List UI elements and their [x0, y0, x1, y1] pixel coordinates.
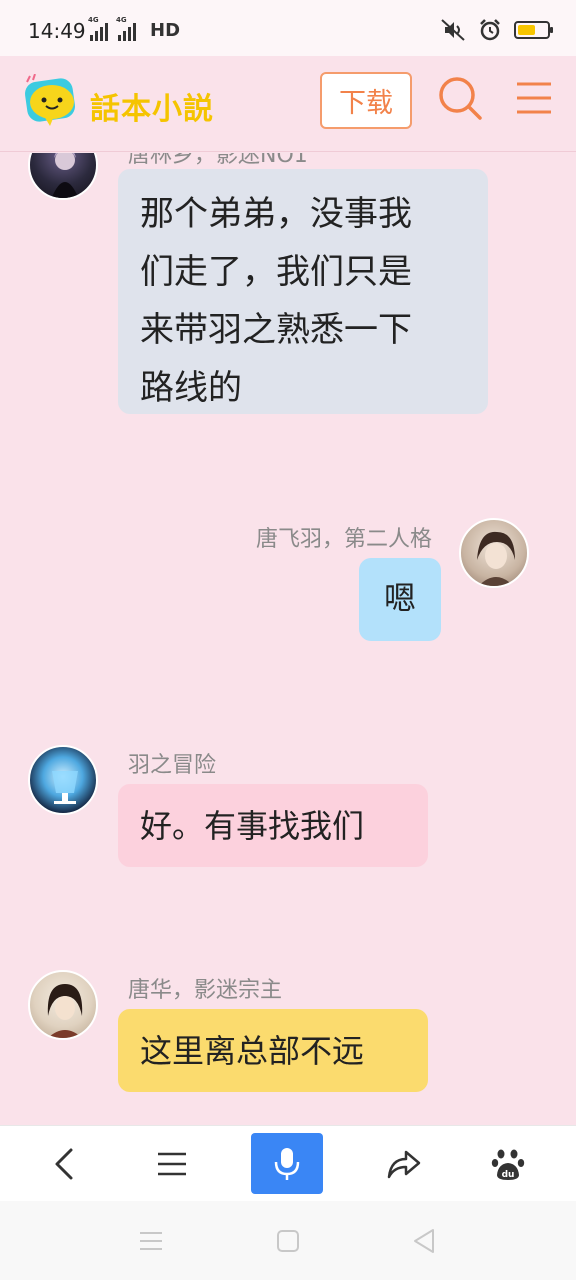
avatar[interactable]: [459, 518, 529, 588]
message-bubble[interactable]: 这里离总部不远: [118, 1009, 428, 1092]
message-bubble[interactable]: 好。有事找我们: [118, 784, 428, 867]
network-indicators: 4G 4G HD: [88, 16, 181, 41]
recent-apps-icon[interactable]: [135, 1225, 167, 1257]
microphone-icon[interactable]: [251, 1133, 323, 1194]
hd-label: HD: [150, 20, 181, 41]
message-bubble[interactable]: 嗯: [359, 558, 441, 641]
sender-name: 唐飞羽，第二人格: [255, 527, 432, 552]
net-label-1: 4G: [88, 16, 99, 24]
avatar[interactable]: [28, 745, 98, 815]
status-bar: 14:49 4G 4G HD: [0, 0, 576, 56]
message-line: 来带羽之熟悉一下: [140, 310, 412, 350]
signal-4g-icon-2: 4G: [116, 16, 136, 41]
status-time: 14:49: [28, 19, 86, 43]
message-text: 这里离总部不远: [140, 1032, 365, 1070]
baidu-paw-icon[interactable]: du: [478, 1134, 538, 1194]
search-icon[interactable]: [436, 74, 484, 122]
signal-4g-icon: 4G: [88, 16, 108, 41]
sender-name: 羽之冒险: [128, 753, 217, 778]
download-button[interactable]: 下载: [320, 72, 412, 129]
message-line: 路线的: [140, 368, 242, 408]
status-right: [440, 18, 553, 42]
message-text: 好。有事找我们: [140, 807, 365, 845]
hamburger-menu-icon[interactable]: [514, 78, 554, 118]
net-label-2: 4G: [116, 16, 127, 24]
message-bubble[interactable]: 那个弟弟，没事我 们走了，我们只是 来带羽之熟悉一下 路线的: [118, 169, 488, 414]
message-line: 们走了，我们只是: [140, 252, 412, 292]
sender-name: 唐林乡，影迷NO1: [128, 153, 308, 168]
message-text: 嗯: [383, 579, 416, 617]
share-icon[interactable]: [374, 1134, 434, 1194]
menu-icon[interactable]: [142, 1134, 202, 1194]
home-icon[interactable]: [272, 1225, 304, 1257]
back-icon[interactable]: [34, 1134, 94, 1194]
logo-icon: [25, 74, 75, 126]
avatar[interactable]: [28, 153, 98, 200]
chat-area[interactable]: 唐林乡，影迷NO1 那个弟弟，没事我 们走了，我们只是 来带羽之熟悉一下 路线的…: [0, 153, 576, 1125]
mute-icon: [441, 19, 465, 41]
logo-text[interactable]: 話本小説: [90, 84, 214, 128]
avatar[interactable]: [28, 970, 98, 1040]
alarm-icon: [480, 19, 500, 41]
app-header: 話本小説 下载: [0, 56, 576, 152]
message-line: 那个弟弟，没事我: [140, 194, 412, 234]
sender-name: 唐华，影迷宗主: [128, 978, 283, 1003]
svg-text:du: du: [502, 1170, 515, 1180]
bottom-toolbar: du: [0, 1125, 576, 1201]
back-triangle-icon[interactable]: [408, 1225, 440, 1257]
system-nav: [0, 1201, 576, 1280]
battery-icon: [514, 21, 553, 39]
